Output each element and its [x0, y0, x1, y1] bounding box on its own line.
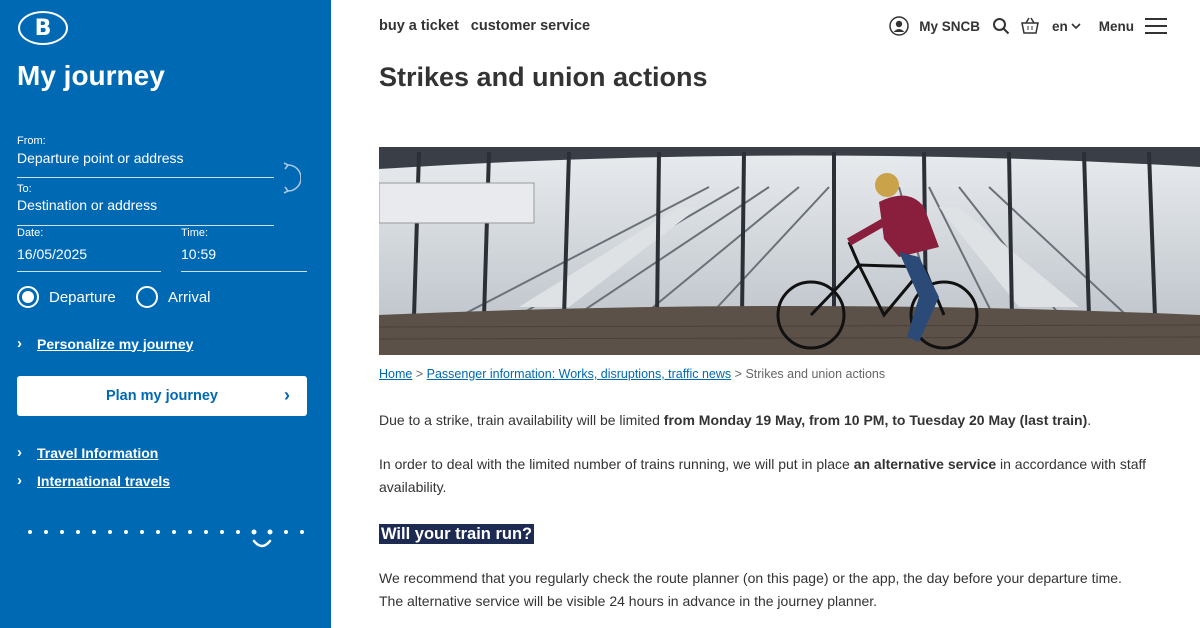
swap-icon[interactable] [279, 162, 301, 194]
menu-label[interactable]: Menu [1099, 19, 1134, 34]
date-underline [17, 271, 161, 272]
language-label: en [1051, 18, 1068, 34]
sidebar-title: My journey [17, 60, 165, 91]
chevron-right-icon: › [17, 444, 22, 461]
personalize-journey-link[interactable]: › Personalize my journey [17, 335, 193, 352]
my-sncb-link[interactable]: My SNCB [919, 19, 980, 34]
radio-arrival[interactable]: Arrival [136, 286, 211, 308]
language-selector[interactable]: en [1052, 19, 1081, 34]
plan-journey-button[interactable]: Plan my journey › [17, 376, 307, 416]
radio-departure-indicator [17, 286, 39, 308]
chevron-down-icon [1071, 23, 1081, 30]
radio-arrival-indicator [136, 286, 158, 308]
top-navigation: buy a ticket customer service [379, 18, 590, 34]
sncb-logo[interactable]: B [18, 11, 68, 45]
chevron-right-icon: › [17, 335, 22, 352]
plan-journey-label: Plan my journey [105, 388, 218, 404]
date-field[interactable]: 16/05/2025 [17, 246, 87, 262]
decorative-dots-smile [28, 529, 304, 548]
p1-text: Due to a strike, train availability will… [379, 412, 664, 428]
section-heading-train-run: Will your train run? [379, 524, 535, 544]
p1-bold: from Monday 19 May, from 10 PM, to Tuesd… [663, 412, 1088, 428]
time-underline [181, 271, 307, 272]
hamburger-icon[interactable] [1144, 17, 1168, 35]
breadcrumb-current: Strikes and union actions [745, 367, 886, 381]
radio-departure[interactable]: Departure [17, 286, 116, 308]
p2-text: In order to deal with the limited number… [379, 456, 854, 472]
breadcrumb-home[interactable]: Home [379, 367, 412, 381]
nav-customer-service[interactable]: customer service [471, 18, 590, 34]
breadcrumb-separator: > [415, 367, 424, 381]
chevron-right-icon: › [284, 385, 290, 405]
to-underline [17, 225, 274, 226]
basket-icon[interactable] [1020, 17, 1040, 35]
breadcrumb-separator: > [734, 367, 742, 381]
radio-departure-label: Departure [49, 288, 116, 306]
to-field[interactable]: Destination or address [17, 197, 157, 213]
from-label: From: [17, 135, 46, 147]
date-label: Date: [17, 227, 44, 239]
paragraph-recommendation: We recommend that you regularly check th… [379, 570, 1122, 609]
page-title: Strikes and union actions [379, 62, 708, 92]
utility-bar: My SNCB en Menu [889, 16, 1168, 36]
hero-image-cyclist-station [379, 147, 1200, 355]
radio-arrival-label: Arrival [168, 288, 211, 306]
paragraph-alternative-service: In order to deal with the limited number… [379, 453, 1149, 499]
nav-buy-ticket[interactable]: buy a ticket [379, 18, 459, 34]
breadcrumb-passenger-info[interactable]: Passenger information: Works, disruption… [427, 367, 732, 381]
search-icon[interactable] [992, 17, 1010, 35]
from-field[interactable]: Departure point or address [17, 150, 184, 166]
p1-end: . [1087, 412, 1092, 428]
chevron-right-icon: › [17, 472, 22, 489]
time-field[interactable]: 10:59 [181, 246, 216, 262]
p2-bold: an alternative service [853, 456, 997, 472]
travel-information-label: Travel Information [37, 444, 159, 461]
travel-information-link[interactable]: › Travel Information [17, 444, 158, 461]
paragraph-strike-notice: Due to a strike, train availability will… [379, 409, 1139, 432]
breadcrumb: Home > Passenger information: Works, dis… [379, 367, 885, 381]
personalize-journey-label: Personalize my journey [37, 335, 194, 352]
user-icon[interactable] [889, 16, 909, 36]
to-label: To: [17, 183, 32, 195]
from-underline [17, 177, 274, 178]
journey-planner-sidebar: B My journey From: Departure point or ad… [0, 0, 331, 628]
time-label: Time: [181, 227, 209, 239]
logo-letter: B [34, 15, 52, 41]
international-travels-label: International travels [37, 472, 171, 489]
international-travels-link[interactable]: › International travels [17, 472, 170, 489]
